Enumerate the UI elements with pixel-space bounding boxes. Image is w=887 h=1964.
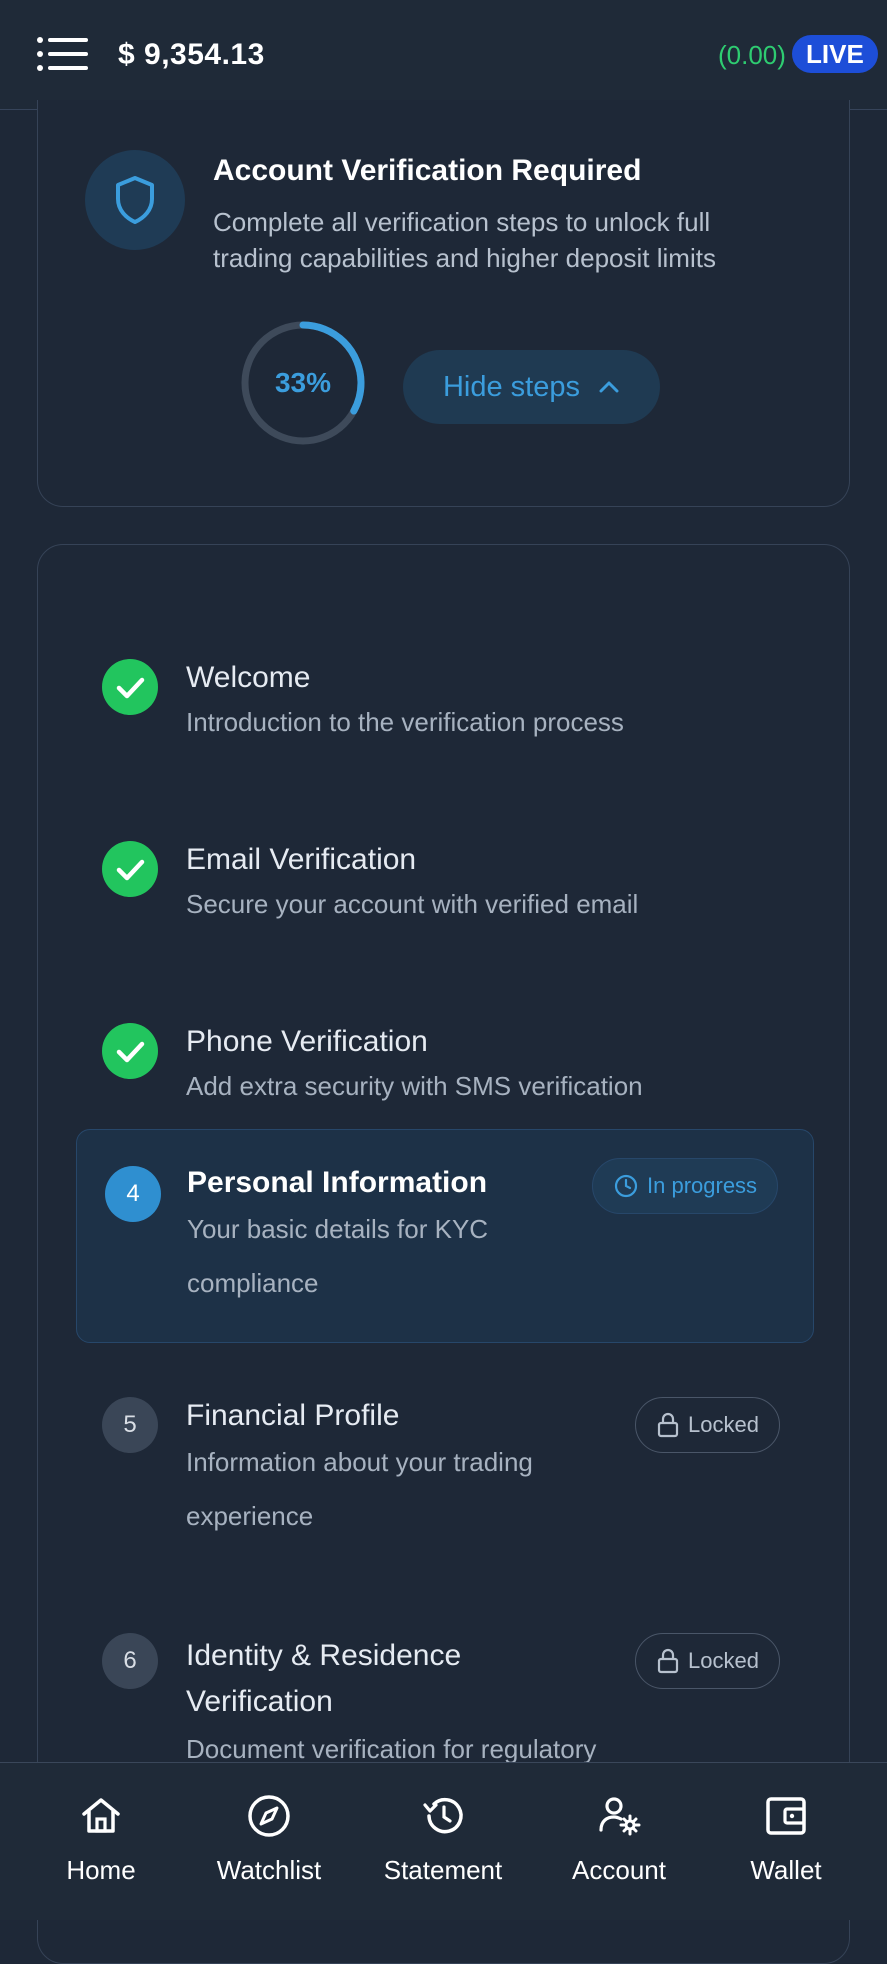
step-description: Introduction to the verification process [186, 707, 624, 737]
nav-label: Account [572, 1855, 666, 1885]
check-icon [102, 841, 158, 897]
clock-icon [614, 1174, 638, 1198]
status-badge-locked: Locked [635, 1633, 780, 1689]
nav-label: Statement [383, 1855, 503, 1885]
status-badge-label: Locked [688, 1412, 759, 1437]
nav-label: Home [66, 1855, 136, 1885]
shield-icon [116, 176, 154, 224]
lock-icon [657, 1648, 679, 1674]
status-badge-in-progress: In progress [592, 1158, 779, 1214]
hide-steps-button[interactable]: Hide steps [403, 350, 660, 424]
live-badge[interactable]: LIVE [792, 35, 878, 73]
step-title: Financial Profile [186, 1399, 400, 1432]
step-number: 4 [105, 1166, 161, 1222]
step-welcome[interactable]: Welcome Introduction to the verification… [38, 615, 851, 737]
nav-account[interactable]: Account [544, 1793, 694, 1886]
step-phone-verification[interactable]: Phone Verification Add extra security wi… [38, 979, 851, 1101]
nav-statement[interactable]: Statement [368, 1793, 518, 1886]
menu-icon[interactable] [36, 36, 90, 72]
top-bar: $ 9,354.13 (0.00) LIVE [0, 0, 887, 110]
verification-steps-card: Welcome Introduction to the verification… [37, 544, 850, 1964]
step-description: Your basic details for KYC compliance [187, 1214, 489, 1298]
verification-title: Account Verification Required [213, 154, 642, 187]
step-title: Personal Information [187, 1166, 488, 1199]
step-number: 5 [102, 1397, 158, 1453]
status-badge-label: In progress [647, 1173, 758, 1198]
status-badge-label: Locked [688, 1648, 759, 1673]
nav-label: Watchlist [216, 1855, 322, 1885]
nav-label: Wallet [750, 1855, 822, 1885]
hide-steps-label: Hide steps [442, 370, 580, 403]
pnl-value: (0.00) [718, 40, 786, 70]
step-financial-profile[interactable]: 5 Financial Profile Information about yo… [38, 1385, 851, 1585]
bottom-navigation: Home Watchlist Statement Account Wallet [0, 1762, 887, 1920]
shield-badge [85, 150, 185, 250]
nav-home[interactable]: Home [26, 1793, 176, 1886]
user-settings-icon [599, 1797, 641, 1836]
step-title: Welcome [186, 661, 311, 694]
step-personal-information[interactable]: 4 Personal Information Your basic detail… [76, 1129, 814, 1343]
step-number: 6 [102, 1633, 158, 1689]
step-email-verification[interactable]: Email Verification Secure your account w… [38, 797, 851, 919]
step-title: Identity & Residence Verification [186, 1639, 462, 1718]
step-description: Information about your trading experienc… [186, 1447, 533, 1531]
verification-summary-card: Account Verification Required Complete a… [37, 100, 850, 507]
step-title: Phone Verification [186, 1025, 428, 1058]
compass-icon [248, 1795, 290, 1837]
step-description: Secure your account with verified email [186, 889, 639, 919]
nav-watchlist[interactable]: Watchlist [194, 1793, 344, 1886]
history-icon [423, 1797, 463, 1834]
progress-percentage: 33% [274, 367, 332, 398]
home-icon [82, 1798, 120, 1833]
chevron-up-icon [599, 381, 619, 393]
step-description: Add extra security with SMS verification [186, 1071, 643, 1101]
status-badge-locked: Locked [635, 1397, 780, 1453]
check-icon [102, 659, 158, 715]
account-balance[interactable]: $ 9,354.13 [118, 38, 265, 72]
lock-icon [657, 1412, 679, 1438]
nav-wallet[interactable]: Wallet [711, 1793, 861, 1886]
check-icon [102, 1023, 158, 1079]
wallet-icon [766, 1797, 806, 1835]
verification-subtitle: Complete all verification steps to unloc… [213, 207, 716, 273]
step-title: Email Verification [186, 843, 417, 876]
